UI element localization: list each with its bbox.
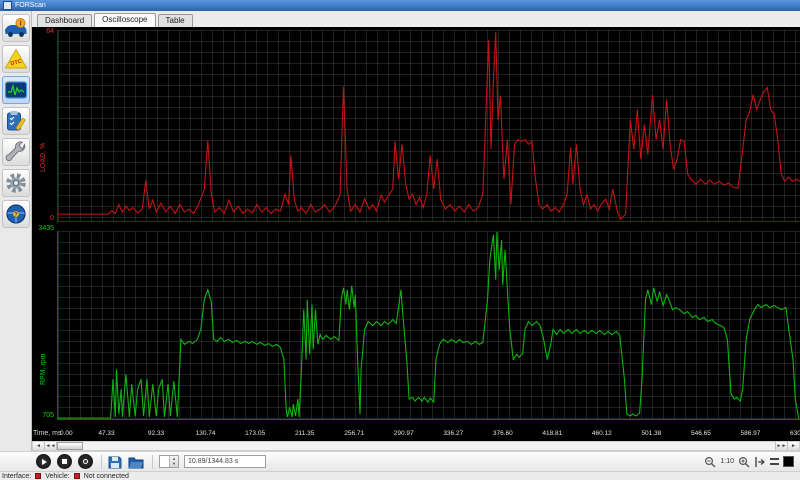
app-icon bbox=[3, 1, 12, 10]
time-tick-label: 501.38 bbox=[641, 430, 662, 437]
scroll-right-page-button[interactable]: ►► bbox=[775, 442, 787, 450]
time-tick-label: 546.65 bbox=[690, 430, 711, 437]
equal-scale-icon[interactable] bbox=[770, 458, 779, 465]
zoom-scale-label: 1:10 bbox=[720, 458, 734, 465]
tab-table[interactable]: Table bbox=[157, 14, 193, 27]
forscan-window: FORScan i DTC ? Dashboard Oscilloscope T… bbox=[0, 0, 800, 480]
car-info-icon: i bbox=[5, 18, 27, 37]
sidebar: i DTC ? bbox=[0, 11, 32, 480]
background-color-swatch[interactable] bbox=[783, 456, 794, 467]
spinner-arrows-icon[interactable]: ▲ ▼ bbox=[169, 456, 178, 467]
time-tick-label: 630.36 bbox=[790, 430, 800, 437]
time-tick-label: 0.00 bbox=[60, 430, 73, 437]
oscilloscope-chart[interactable]: 64 0 LOAD, % 3435 705 RPM, rpm Time, ms … bbox=[32, 27, 800, 441]
time-tick-label: 47.33 bbox=[98, 430, 115, 437]
sidebar-item-oscilloscope[interactable] bbox=[2, 76, 30, 104]
time-tick-label: 130.74 bbox=[195, 430, 216, 437]
save-floppy-icon bbox=[108, 456, 122, 468]
time-tick-label: 586.97 bbox=[740, 430, 761, 437]
stop-icon bbox=[62, 459, 67, 464]
channel2-plot[interactable] bbox=[57, 231, 800, 420]
channel2-axis-label: RPM, rpm bbox=[40, 353, 47, 386]
svg-text:?: ? bbox=[14, 212, 18, 218]
sidebar-item-configuration[interactable] bbox=[2, 169, 30, 197]
play-icon bbox=[41, 458, 47, 465]
time-tick-label: 256.71 bbox=[344, 430, 365, 437]
window-title: FORScan bbox=[15, 2, 46, 9]
tests-clipboard-icon bbox=[7, 111, 26, 131]
scroll-right-button[interactable]: ► bbox=[787, 442, 799, 450]
gear-icon bbox=[6, 173, 26, 193]
tab-oscilloscope[interactable]: Oscilloscope bbox=[94, 13, 156, 27]
titlebar[interactable]: FORScan bbox=[0, 0, 800, 11]
scroll-left-button[interactable]: ◄ bbox=[33, 442, 45, 450]
record-button[interactable] bbox=[78, 454, 93, 469]
time-tick-label: 336.27 bbox=[443, 430, 464, 437]
play-button[interactable] bbox=[36, 454, 51, 469]
sidebar-item-vehicle-info[interactable]: i bbox=[2, 14, 30, 42]
scrollbar-thumb[interactable] bbox=[57, 442, 83, 450]
tab-dashboard[interactable]: Dashboard bbox=[37, 14, 93, 27]
toolbar-separator bbox=[101, 454, 102, 469]
steering-wheel-icon: ? bbox=[6, 204, 26, 224]
connection-status-text: Not connected bbox=[83, 472, 129, 480]
time-tick-label: 418.81 bbox=[542, 430, 563, 437]
channel2-trace bbox=[58, 231, 800, 419]
sample-spinner[interactable]: ▲ ▼ bbox=[159, 455, 179, 468]
zoom-controls: 1:10 bbox=[704, 456, 794, 468]
sidebar-item-settings[interactable]: ? bbox=[2, 200, 30, 228]
channel1-max-label: 64 bbox=[46, 28, 54, 35]
channel2-min-label: 705 bbox=[42, 412, 54, 419]
time-tick-label: 173.05 bbox=[245, 430, 266, 437]
tab-bar: Dashboard Oscilloscope Table bbox=[32, 11, 800, 27]
channel2-max-label: 3435 bbox=[38, 225, 54, 232]
vehicle-status-led bbox=[73, 473, 80, 479]
zoom-out-icon[interactable] bbox=[704, 456, 716, 468]
svg-text:i: i bbox=[19, 19, 21, 28]
time-axis-ticks: 0.00 47.33 92.33 130.74 173.05 211.35 256.71 29… bbox=[57, 430, 800, 439]
oscilloscope-toolbar: ▲ ▼ 10.89/1344.83 s 1:10 bbox=[0, 451, 800, 471]
spinner-value bbox=[160, 456, 162, 467]
time-position-display[interactable]: 10.89/1344.83 s bbox=[184, 455, 266, 468]
time-tick-label: 460.12 bbox=[591, 430, 612, 437]
channel1-min-label: 0 bbox=[50, 215, 54, 222]
statusbar: Interface: Vehicle: Not connected bbox=[0, 471, 800, 480]
record-icon bbox=[83, 459, 88, 464]
time-tick-label: 376.60 bbox=[492, 430, 513, 437]
sidebar-item-tests[interactable] bbox=[2, 107, 30, 135]
channel1-plot[interactable] bbox=[57, 30, 800, 222]
save-button[interactable] bbox=[108, 455, 122, 469]
scrollbar-track[interactable] bbox=[83, 442, 775, 450]
open-button[interactable] bbox=[128, 455, 144, 469]
measure-cursor-icon[interactable] bbox=[754, 456, 766, 468]
time-tick-label: 211.35 bbox=[294, 430, 315, 437]
dtc-warning-icon: DTC bbox=[4, 48, 28, 69]
sidebar-item-service[interactable] bbox=[2, 138, 30, 166]
vehicle-label: Vehicle: bbox=[45, 472, 70, 480]
channel1-axis-label: LOAD, % bbox=[40, 142, 47, 172]
channel1-trace bbox=[58, 30, 800, 221]
scroll-left-page-button[interactable]: ◄◄ bbox=[45, 442, 57, 450]
zoom-in-icon[interactable] bbox=[738, 456, 750, 468]
sidebar-item-dtc[interactable]: DTC bbox=[2, 45, 30, 73]
oscilloscope-icon bbox=[4, 81, 28, 99]
wrench-icon bbox=[5, 141, 26, 162]
time-tick-label: 92.33 bbox=[147, 430, 165, 437]
toolbar-separator bbox=[152, 454, 153, 469]
stop-button[interactable] bbox=[57, 454, 72, 469]
time-tick-label: 290.97 bbox=[393, 430, 414, 437]
interface-label: Interface: bbox=[2, 472, 32, 480]
interface-status-led bbox=[35, 473, 42, 479]
oscilloscope-scrollbar[interactable]: ◄ ◄◄ ►► ► bbox=[32, 441, 800, 451]
open-folder-icon bbox=[128, 457, 144, 468]
